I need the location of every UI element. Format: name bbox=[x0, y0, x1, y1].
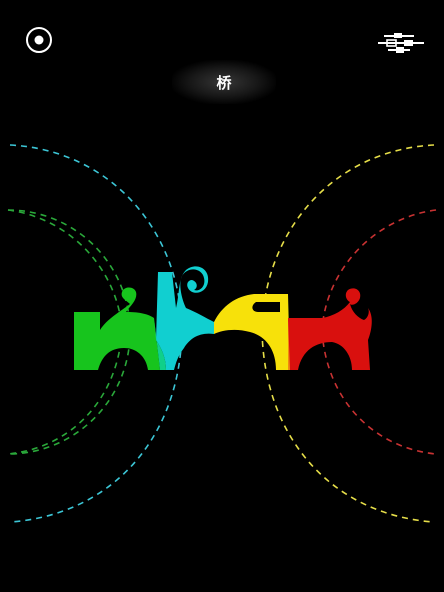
sliders-menu-icon bbox=[378, 33, 424, 53]
cyan-orbit-arc-upper bbox=[9, 144, 183, 331]
green-orbit-arc-upper bbox=[7, 209, 123, 331]
level-title-text: 桥 bbox=[216, 73, 232, 92]
menu-button[interactable] bbox=[378, 32, 426, 54]
record-icon bbox=[26, 27, 52, 53]
red-orbit-arc-lower bbox=[321, 329, 437, 455]
cyan-piece[interactable] bbox=[156, 266, 214, 370]
level-title: 桥 bbox=[172, 60, 276, 104]
yellow-piece[interactable] bbox=[214, 294, 290, 370]
record-button[interactable] bbox=[25, 26, 53, 54]
game-stage: 桥 bbox=[0, 0, 444, 592]
red-piece[interactable] bbox=[288, 288, 372, 370]
